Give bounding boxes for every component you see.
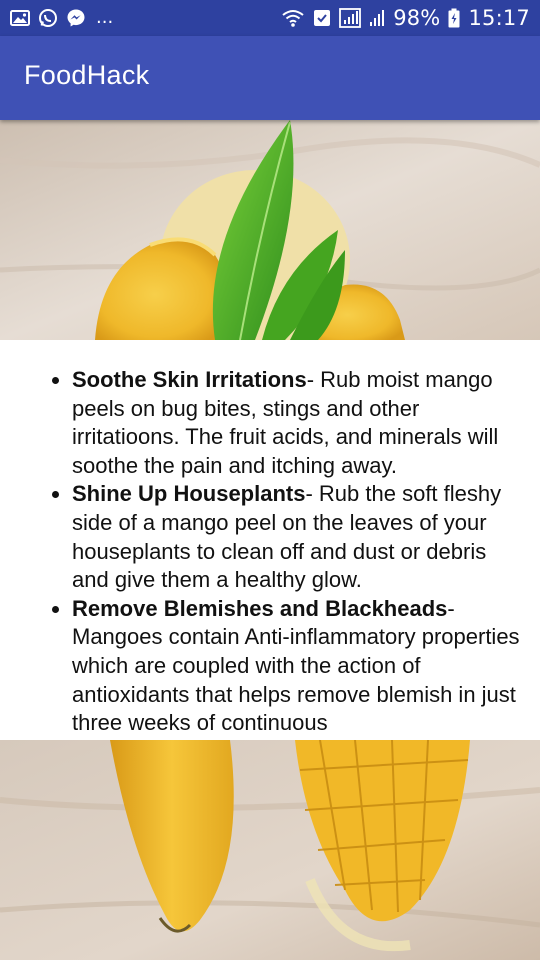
signal-icon xyxy=(369,8,385,28)
app-bar: FoodHack xyxy=(0,36,540,120)
wifi-icon xyxy=(281,8,305,28)
system-icons: 98% 15:17 xyxy=(281,6,530,30)
tip-title: Soothe Skin Irritations xyxy=(72,367,307,392)
clock: 15:17 xyxy=(468,6,530,30)
app-title: FoodHack xyxy=(24,60,150,90)
battery-percentage: 98% xyxy=(393,6,441,30)
nfc-icon xyxy=(313,9,331,27)
tip-title: Shine Up Houseplants xyxy=(72,481,306,507)
notification-icons: ... xyxy=(10,8,113,28)
whatsapp-icon xyxy=(38,8,58,28)
tip-title: Remove Blemishes and Blackheads xyxy=(72,595,448,621)
mango-photo-top xyxy=(0,120,540,340)
messenger-icon xyxy=(66,8,86,28)
status-bar: ... 98% 15:17 xyxy=(0,0,540,36)
signal-icon xyxy=(339,8,362,28)
list-item: Soothe Skin Irritations- Rub moist mango… xyxy=(72,366,522,480)
tips-card: Soothe Skin Irritations- Rub moist mango… xyxy=(0,340,540,740)
battery-icon xyxy=(448,8,460,28)
more-notifications: ... xyxy=(96,7,114,28)
list-item: Remove Blemishes and Blackheads- Mangoes… xyxy=(72,595,522,738)
tips-list: Soothe Skin Irritations- Rub moist mango… xyxy=(0,340,540,738)
list-item: Shine Up Houseplants- Rub the soft flesh… xyxy=(72,480,522,594)
mango-photo-bottom xyxy=(0,740,540,960)
image-icon xyxy=(10,9,30,27)
